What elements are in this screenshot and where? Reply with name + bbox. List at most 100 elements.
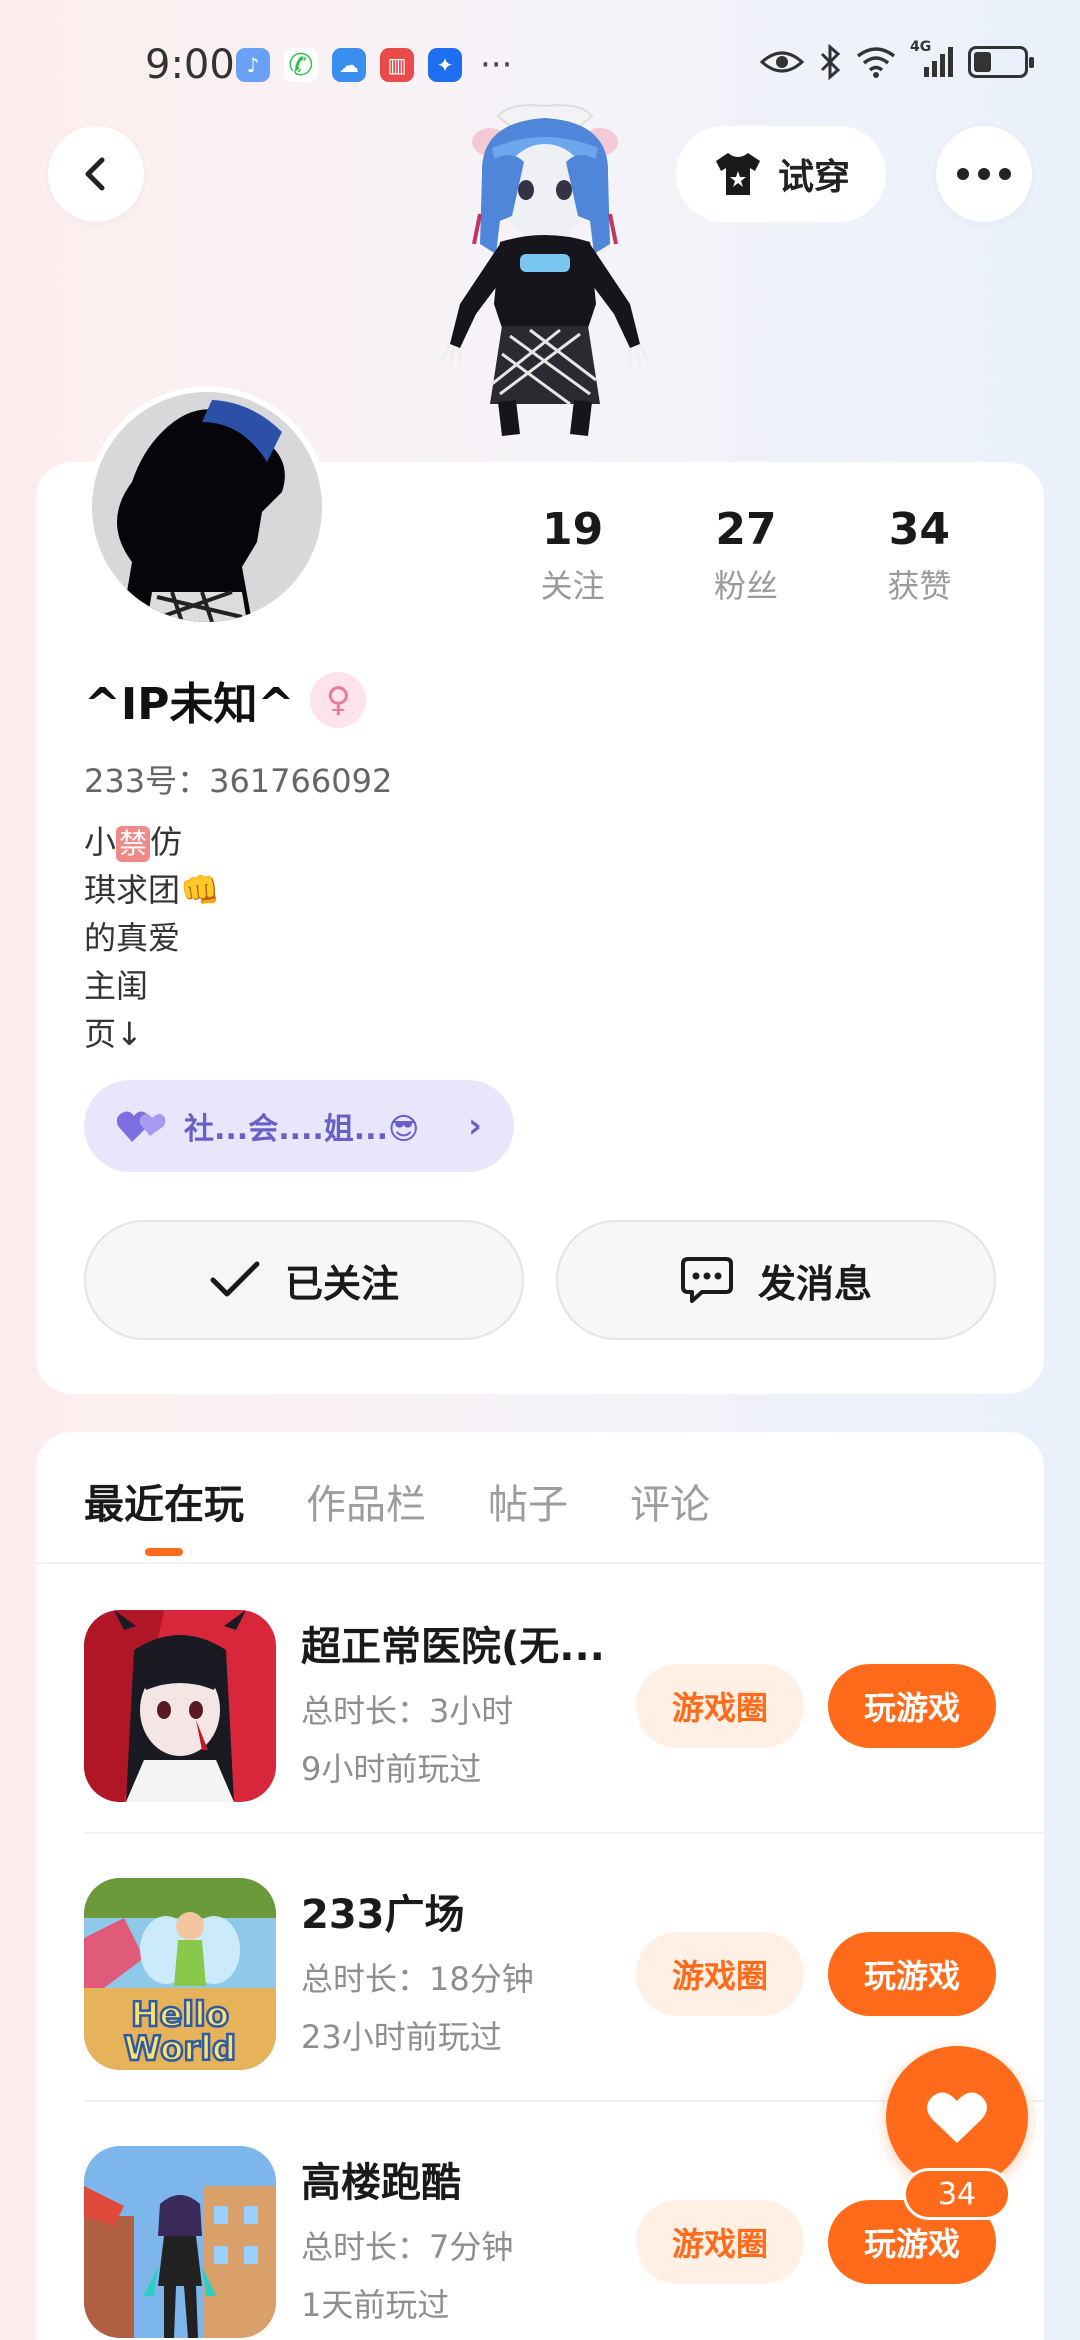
game-info: 233广场 总时长：18分钟 23小时前玩过 <box>301 1882 631 2058</box>
tab-label: 帖子 <box>488 1482 568 1528</box>
send-message-button[interactable]: 发消息 <box>556 1220 996 1340</box>
tab-works[interactable]: 作品栏 <box>306 1472 426 1530</box>
stat-followers[interactable]: 27 粉丝 <box>659 504 832 607</box>
game-row[interactable]: 超正常医院(无... 总时长：3小时 9小时前玩过 游戏圈 玩游戏 <box>36 1564 1044 1832</box>
game-last-played: 1天前玩过 <box>301 2286 450 2324</box>
tab-label: 作品栏 <box>306 1482 426 1528</box>
stat-likes[interactable]: 34 获赞 <box>833 504 1006 607</box>
censored-emoji: 禁 <box>116 826 151 862</box>
cloud-icon: ☁ <box>332 48 366 82</box>
double-heart-icon <box>116 1111 166 1142</box>
game-last-played: 9小时前玩过 <box>301 1750 482 1788</box>
bulb-icon: ✦ <box>428 48 462 82</box>
wifi-icon <box>856 47 896 78</box>
game-circle-button[interactable]: 游戏圈 <box>636 1664 804 1748</box>
name-row: ^IP未知^ ♀ <box>84 668 367 732</box>
chevron-left-icon <box>85 157 105 191</box>
game-total-playtime: 总时长：18分钟 <box>301 1960 534 1998</box>
tab-label: 最近在玩 <box>84 1482 244 1528</box>
battery-icon <box>968 46 1034 78</box>
game-thumbnail[interactable]: Hello World <box>84 1878 276 2070</box>
tab-label: 评论 <box>630 1482 710 1528</box>
profile-card: 19 关注 27 粉丝 34 获赞 ^IP未知^ ♀ 233号：36176609… <box>36 386 1044 1394</box>
chevron-right-icon: › <box>467 1106 482 1146</box>
user-avatar[interactable] <box>86 386 328 628</box>
stat-label: 关注 <box>540 567 605 605</box>
stat-label: 获赞 <box>887 567 952 605</box>
play-game-button[interactable]: 玩游戏 <box>828 1932 996 2016</box>
games-card: 最近在玩 作品栏 帖子 评论 超正常医院(无... 总时长：3小时 9小时前玩过… <box>36 1432 1044 2340</box>
status-system-icons: 4G <box>760 39 1034 80</box>
game-circle-button[interactable]: 游戏圈 <box>636 2200 804 2284</box>
tab-recently-played[interactable]: 最近在玩 <box>84 1472 244 1556</box>
stat-following[interactable]: 19 关注 <box>486 504 659 607</box>
status-time: 9:00 <box>145 42 235 88</box>
game-row[interactable]: Hello World 233广场 总时长：18分钟 23小时前玩过 游戏圈 玩… <box>36 1832 1044 2100</box>
game-thumbnail[interactable] <box>84 1610 276 1802</box>
bio-line: 琪求团👊 <box>84 871 220 909</box>
game-last-played: 23小时前玩过 <box>301 2018 502 2056</box>
more-notifications-icon: ··· <box>480 45 513 85</box>
game-title: 高楼跑酷 <box>301 2160 461 2206</box>
chat-bubble-icon <box>680 1257 733 1303</box>
play-game-button[interactable]: 玩游戏 <box>828 1664 996 1748</box>
game-thumbnail-art: Hello World <box>84 1878 276 2070</box>
phone-icon: ✆ <box>284 48 318 83</box>
female-icon: ♀ <box>310 672 367 728</box>
book-icon: ▥ <box>380 48 414 82</box>
eye-icon <box>760 51 804 73</box>
try-on-label: 试穿 <box>777 157 850 198</box>
stat-value: 34 <box>888 504 950 555</box>
club-chip[interactable]: 社...会....姐...😎 › <box>84 1080 514 1172</box>
profile-tabs: 最近在玩 作品栏 帖子 评论 <box>84 1472 710 1556</box>
send-message-label: 发消息 <box>757 1261 872 1306</box>
tshirt-icon <box>715 153 760 195</box>
profile-stats: 19 关注 27 粉丝 34 获赞 <box>486 504 1006 607</box>
user-id: 233号：361766092 <box>84 762 393 800</box>
game-thumbnail[interactable] <box>84 2146 276 2338</box>
battery-fill <box>974 52 991 72</box>
try-on-button[interactable]: 试穿 <box>676 126 886 222</box>
bio-text: 仿 <box>150 823 183 861</box>
status-notification-icons: ♪ ✆ ☁ ▥ ✦ ··· <box>236 45 513 85</box>
following-label: 已关注 <box>284 1261 399 1306</box>
like-button[interactable] <box>886 2046 1028 2188</box>
stat-value: 19 <box>542 504 604 555</box>
game-info: 高楼跑酷 总时长：7分钟 1天前玩过 <box>301 2150 631 2326</box>
stat-value: 27 <box>715 504 777 555</box>
checkmark-icon <box>210 1261 260 1297</box>
bio-line: 的真爱 <box>84 919 181 957</box>
tab-posts[interactable]: 帖子 <box>488 1472 568 1530</box>
avatar-image <box>92 392 322 622</box>
username: ^IP未知^ <box>84 679 295 730</box>
game-circle-button[interactable]: 游戏圈 <box>636 1932 804 2016</box>
tab-comments[interactable]: 评论 <box>630 1472 710 1530</box>
game-total-playtime: 总时长：3小时 <box>301 1692 514 1730</box>
more-options-button[interactable] <box>936 126 1032 222</box>
signal-icon <box>924 47 953 77</box>
game-info: 超正常医院(无... 总时长：3小时 9小时前玩过 <box>301 1614 631 1790</box>
like-count-badge: 34 <box>903 2168 1011 2220</box>
bio-text: 小 <box>84 823 117 861</box>
thumb-text: World <box>124 2029 236 2069</box>
bluetooth-icon <box>820 44 841 80</box>
avatar-silhouette <box>117 400 285 622</box>
network-type: 4G <box>910 39 954 79</box>
heart-icon <box>927 2092 987 2143</box>
bio-line: 小禁仿 <box>84 818 220 866</box>
more-horizontal-icon <box>957 168 1011 180</box>
avatar-3d-figure[interactable] <box>420 104 670 464</box>
game-total-playtime: 总时长：7分钟 <box>301 2228 514 2266</box>
following-button[interactable]: 已关注 <box>84 1220 524 1340</box>
music-app-icon: ♪ <box>236 48 270 82</box>
game-title: 超正常医院(无... <box>301 1624 605 1670</box>
active-tab-indicator <box>145 1548 183 1556</box>
bio-line: 页↓ <box>84 1015 143 1053</box>
user-bio: 小禁仿 琪求团👊 的真爱 主闺 页↓ <box>84 818 220 1058</box>
back-button[interactable] <box>48 126 144 222</box>
game-title: 233广场 <box>301 1892 465 1938</box>
game-thumbnail-art <box>84 2146 276 2338</box>
game-thumbnail-art <box>84 1610 276 1802</box>
stat-label: 粉丝 <box>713 567 778 605</box>
bio-line: 主闺 <box>84 967 149 1005</box>
